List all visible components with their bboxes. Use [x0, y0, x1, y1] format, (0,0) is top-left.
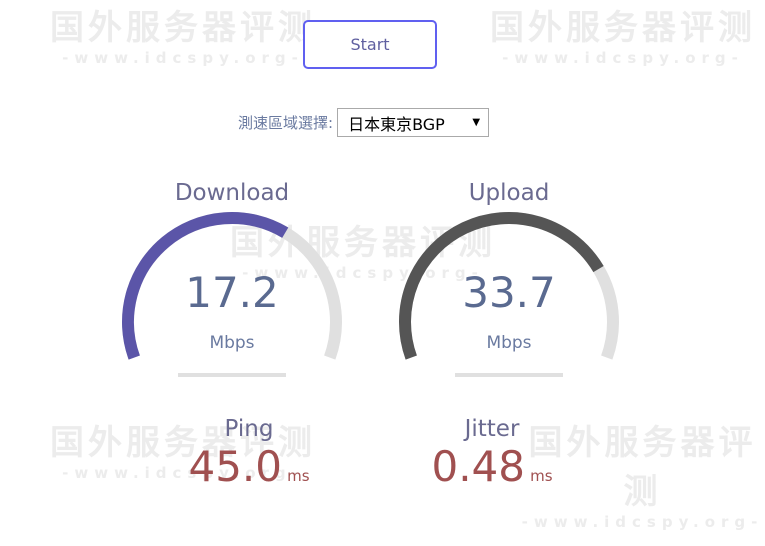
start-button[interactable]: Start [303, 20, 437, 69]
download-title: Download [174, 180, 290, 206]
region-label: 測速區域選擇: [238, 114, 334, 132]
jitter-metric: Jitter 0.48 ms [372, 416, 612, 491]
region-select[interactable]: 日本東京BGP ▼ [337, 108, 490, 137]
download-progress-bar [178, 373, 286, 377]
watermark: 国外服务器评测 -www.idcspy.org- [490, 8, 756, 67]
upload-value: 33.7 [462, 268, 556, 317]
ping-metric: Ping 45.0 ms [129, 416, 369, 491]
watermark: 国外服务器评测 -www.idcspy.org- [50, 8, 316, 67]
upload-unit: Mbps [486, 333, 532, 353]
jitter-unit: ms [530, 467, 553, 485]
download-gauge: Download 17.2 Mbps [112, 180, 352, 400]
download-value: 17.2 [185, 268, 279, 317]
upload-progress-bar [455, 373, 563, 377]
ping-value: 45.0 [188, 442, 282, 491]
ping-title: Ping [224, 416, 274, 442]
jitter-title: Jitter [464, 416, 520, 442]
upload-gauge: Upload 33.7 Mbps [389, 180, 629, 400]
ping-unit: ms [287, 467, 310, 485]
region-selector: 測速區域選擇: 日本東京BGP ▼ [238, 108, 490, 137]
jitter-value: 0.48 [431, 442, 525, 491]
dropdown-arrow-icon: ▼ [472, 117, 481, 128]
region-selected-value: 日本東京BGP [348, 114, 445, 134]
upload-title: Upload [468, 180, 550, 206]
download-unit: Mbps [209, 333, 255, 353]
